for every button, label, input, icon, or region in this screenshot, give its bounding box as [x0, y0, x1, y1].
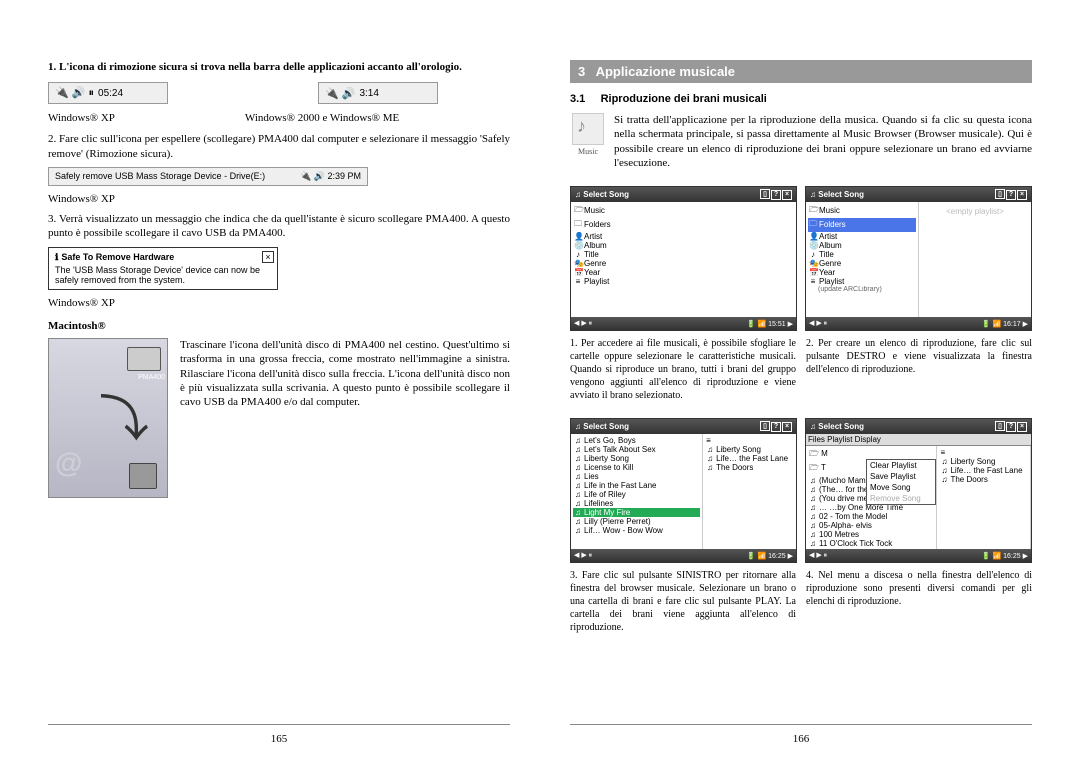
page-number-left: 165 — [48, 733, 510, 745]
page-left: 1. L'icona di rimozione sicura si trova … — [0, 0, 540, 763]
screenshot-browser-2: ♫ Select Song ▯?× 🗁Music🗀Folders👤Artist💿… — [805, 186, 1032, 331]
caption-xp-3: Windows® XP — [48, 296, 510, 310]
at-icon: @ — [55, 447, 82, 479]
status-bar: ◀ ▶ ⏸ 🔋 📶 16:17 ▶ — [806, 317, 1031, 330]
info-icon: ℹ — [55, 252, 58, 263]
status-icons: ◀ ▶ ⏸ — [809, 319, 827, 328]
caption-xp: Windows® XP — [48, 112, 115, 124]
window-titlebar: ♫ Select Song ▯?× — [571, 187, 796, 202]
playlist-pane[interactable]: ≡♫Liberty Song♫Life… the Fast Lane♫The D… — [703, 434, 796, 550]
mac-row: PMA400 ⤵ @ Trascinare l'icona dell'unità… — [48, 338, 510, 498]
window-buttons[interactable]: ▯?× — [759, 189, 792, 200]
step-1: 1. L'icona di rimozione sicura si trova … — [48, 60, 510, 74]
caption-3: 3. Fare clic sul pulsante SINISTRO per r… — [570, 569, 796, 634]
window-titlebar: ♫ Select Song ▯?× — [571, 419, 796, 434]
screenshot-browser-1: ♫ Select Song ▯?× 🗁Music🗀Folders👤Artist💿… — [570, 186, 797, 331]
empty-playlist-label: <empty playlist> — [921, 204, 1029, 219]
window-buttons[interactable]: ▯?× — [994, 421, 1027, 432]
footer-rule — [570, 724, 1032, 725]
popup-title: ℹSafe To Remove Hardware — [55, 252, 271, 263]
footer-rule — [48, 724, 510, 725]
status-time: 🔋 📶 16:25 ▶ — [747, 552, 793, 560]
caption-2: 2. Per creare un elenco di riproduzione,… — [806, 337, 1032, 402]
trash-icon — [129, 463, 157, 489]
status-time: 🔋 📶 15:51 ▶ — [747, 320, 793, 328]
popup-safe-remove: × ℹSafe To Remove Hardware The 'USB Mass… — [48, 247, 278, 290]
caption-2k: Windows® 2000 e Windows® ME — [245, 112, 399, 124]
screenshot-songlist: ♫ Select Song ▯?× ♫Let's Go, Boys♫Let's … — [570, 418, 797, 563]
eject-arrow-icon: ⤵ — [99, 379, 149, 451]
disk-icon — [127, 347, 161, 371]
note-icon — [572, 113, 604, 145]
status-bar: ◀ ▶ ⏸ 🔋 📶 15:51 ▶ — [571, 317, 796, 330]
window-buttons[interactable]: ▯?× — [994, 189, 1027, 200]
playlist-pane-empty[interactable]: <empty playlist> — [919, 202, 1031, 318]
window-title-icon: ♫ Select Song — [810, 422, 864, 431]
playlist-pane-d[interactable]: ≡♫Liberty Song♫Life… the Fast Lane♫The D… — [937, 446, 1031, 550]
tray-2k: 🔌 🔊 3:14 — [318, 82, 438, 104]
caption-1: 1. Per accedere ai file musicali, è poss… — [570, 337, 796, 402]
tray-time-2k: 3:14 — [359, 88, 378, 99]
songs-pane[interactable]: ♫Let's Go, Boys♫Let's Talk About Sex♫Lib… — [571, 434, 703, 550]
browser-pane[interactable]: 🗁Music🗀Folders👤Artist💿Album♪Title🎭Genre📅… — [571, 202, 796, 318]
tray-row: 🔌 🔊 ⏸ 05:24 🔌 🔊 3:14 — [48, 82, 510, 104]
safe-remove-time: 🔌 🔊 2:39 PM — [300, 171, 361, 182]
section-title: Applicazione musicale — [596, 64, 735, 79]
status-icons: ◀ ▶ ⏸ — [574, 319, 592, 328]
window-title-icon: ♫ Select Song — [575, 422, 629, 431]
screenshots-row-2: ♫ Select Song ▯?× ♫Let's Go, Boys♫Let's … — [570, 418, 1032, 563]
tab-row[interactable]: Files Playlist Display — [806, 434, 1031, 446]
tray-xp: 🔌 🔊 ⏸ 05:24 — [48, 82, 168, 104]
caption-row-1: Windows® XP Windows® 2000 e Windows® ME — [48, 112, 510, 124]
safe-remove-bar: Safely remove USB Mass Storage Device - … — [48, 167, 368, 186]
tray-icons-xp: 🔌 🔊 ⏸ — [55, 86, 94, 100]
status-icons: ◀ ▶ ⏸ — [809, 551, 827, 560]
browser-body: 🗁Music🗀Folders👤Artist💿Album♪Title🎭Genre📅… — [571, 202, 796, 318]
music-icon-label: Music — [570, 147, 606, 156]
app-description-row: Music Si tratta dell'applicazione per la… — [570, 113, 1032, 176]
status-icons: ◀ ▶ ⏸ — [574, 551, 592, 560]
screenshot-playlist-menu: ♫ Select Song ▯?× Files Playlist Display… — [805, 418, 1032, 563]
playlist-body: 🗁 M🗁 T♫(Mucho Mambo) Sway♫(The… for the … — [806, 446, 1031, 550]
browser-body: 🗁Music🗀Folders👤Artist💿Album♪Title🎭Genre📅… — [806, 202, 1031, 318]
window-titlebar: ♫ Select Song ▯?× — [806, 419, 1031, 434]
mac-paragraph: Trascinare l'icona dell'unità disco di P… — [180, 338, 510, 492]
status-bar: ◀ ▶ ⏸ 🔋 📶 16:25 ▶ — [806, 549, 1031, 562]
status-time: 🔋 📶 16:17 ▶ — [982, 320, 1028, 328]
subsection-title: Riproduzione dei brani musicali — [601, 93, 767, 105]
captions-row-2: 3. Fare clic sul pulsante SINISTRO per r… — [570, 569, 1032, 640]
step-number: 1. L'icona di rimozione sicura si trova … — [48, 61, 462, 73]
macintosh-heading: Macintosh® — [48, 320, 510, 332]
status-time: 🔋 📶 16:25 ▶ — [982, 552, 1028, 560]
browser-pane-left[interactable]: 🗁Music🗀Folders👤Artist💿Album♪Title🎭Genre📅… — [806, 202, 919, 318]
step-2: 2. Fare clic sull'icona per espellere (s… — [48, 132, 510, 161]
caption-xp-2: Windows® XP — [48, 192, 510, 206]
caption-4: 4. Nel menu a discesa o nella finestra d… — [806, 569, 1032, 634]
document-spread: 1. L'icona di rimozione sicura si trova … — [0, 0, 1080, 763]
mac-screenshot: PMA400 ⤵ @ — [48, 338, 168, 498]
section-bar: 3 Applicazione musicale — [570, 60, 1032, 83]
close-icon[interactable]: × — [262, 251, 274, 263]
window-title-icon: ♫ Select Song — [810, 190, 864, 199]
captions-row-1: 1. Per accedere ai file musicali, è poss… — [570, 337, 1032, 408]
app-description: Si tratta dell'applicazione per la ripro… — [614, 113, 1032, 170]
screenshots-row-1: ♫ Select Song ▯?× 🗁Music🗀Folders👤Artist💿… — [570, 186, 1032, 331]
section-number: 3 — [578, 64, 585, 79]
tray-icons-2k: 🔌 🔊 — [325, 87, 355, 100]
page-right: 3 Applicazione musicale 3.1 Riproduzione… — [540, 0, 1080, 763]
window-titlebar: ♫ Select Song ▯?× — [806, 187, 1031, 202]
songlist-body: ♫Let's Go, Boys♫Let's Talk About Sex♫Lib… — [571, 434, 796, 550]
subsection-heading: 3.1 Riproduzione dei brani musicali — [570, 93, 1032, 105]
window-buttons[interactable]: ▯?× — [759, 421, 792, 432]
subsection-number: 3.1 — [570, 93, 585, 105]
step-3: 3. Verrà visualizzato un messaggio che i… — [48, 212, 510, 241]
music-icon: Music — [570, 113, 606, 176]
tray-time-xp: 05:24 — [98, 88, 123, 99]
safe-remove-text: Safely remove USB Mass Storage Device - … — [55, 171, 265, 181]
popup-body: The 'USB Mass Storage Device' device can… — [55, 265, 271, 285]
window-title-icon: ♫ Select Song — [575, 190, 629, 199]
status-bar: ◀ ▶ ⏸ 🔋 📶 16:25 ▶ — [571, 549, 796, 562]
context-menu[interactable]: Clear PlaylistSave PlaylistMove SongRemo… — [866, 459, 936, 505]
page-number-right: 166 — [570, 733, 1032, 745]
